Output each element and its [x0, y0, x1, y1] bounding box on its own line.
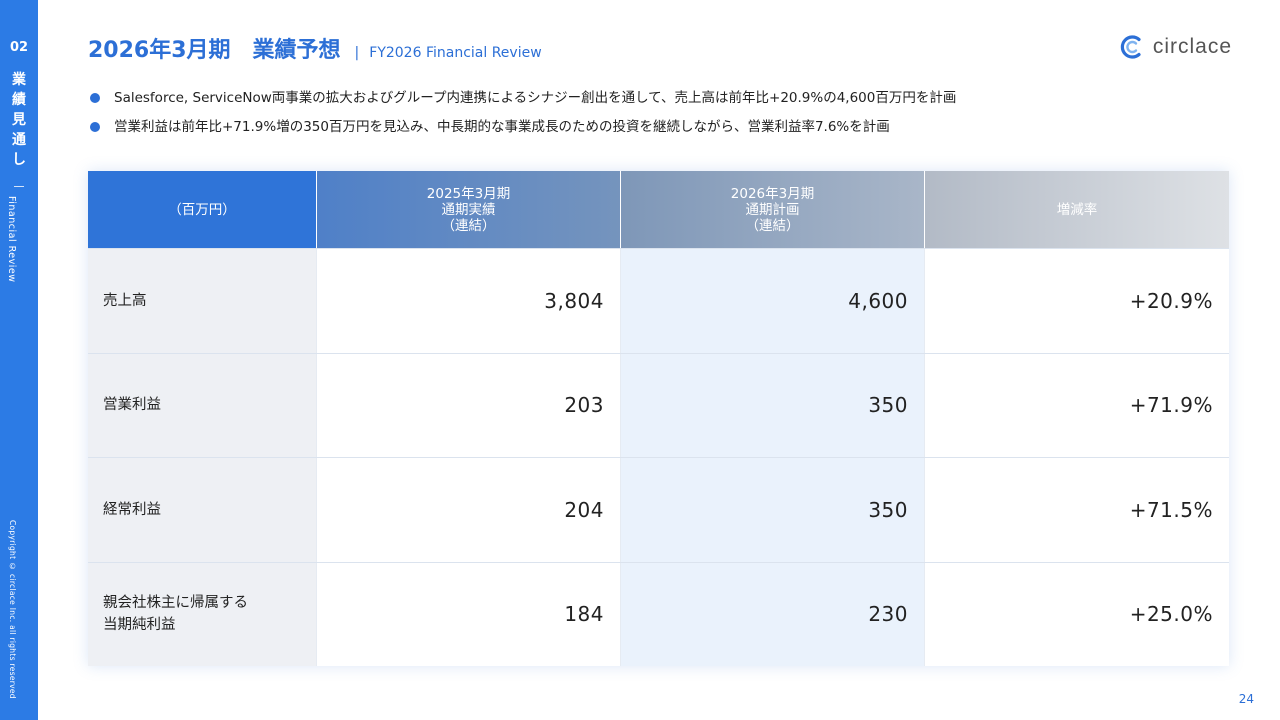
cell-fy2026: 350 — [621, 353, 925, 457]
cell-fy2025: 3,804 — [317, 249, 621, 353]
page-title: 2026年3月期 業績予想 — [88, 38, 341, 63]
cell-rate: +71.9% — [1129, 393, 1213, 418]
section-subtitle: Financial Review — [6, 196, 17, 283]
forecast-table: （百万円） 2025年3月期 通期実績 （連結） 2026年3月期 通期計画 （… — [88, 171, 1229, 666]
cell-rate: +20.9% — [1129, 288, 1213, 313]
table-header: （百万円） 2025年3月期 通期実績 （連結） 2026年3月期 通期計画 （… — [88, 171, 1229, 248]
header-line: 2026年3月期 — [730, 185, 815, 202]
bullet-item: 営業利益は前年比+71.9%増の350百万円を見込み、中長期的な事業成長のための… — [90, 117, 1230, 137]
bullet-dot-icon — [90, 122, 100, 132]
row-label: 経常利益 — [88, 458, 317, 562]
row-label-text: 経常利益 — [103, 501, 161, 518]
section-number: 02 — [9, 40, 29, 55]
page-header: 2026年3月期 業績予想 | FY2026 Financial Review — [88, 32, 542, 64]
page-number: 24 — [1238, 692, 1254, 706]
section-title-char: 業 — [12, 72, 26, 88]
bullet-item: Salesforce, ServiceNow両事業の拡大およびグループ内連携によ… — [90, 88, 1230, 108]
header-rate-text: 増減率 — [1056, 201, 1098, 218]
circlace-logo-icon — [1120, 35, 1141, 59]
logo-text: circlace — [1152, 35, 1232, 58]
cell-fy2025: 204 — [317, 458, 621, 562]
header-unit: （百万円） — [88, 171, 317, 248]
cell-fy2026: 230 — [621, 562, 925, 666]
section-title: 業 績 見 通 し — [0, 70, 38, 170]
header-line: 通期計画 — [745, 201, 800, 218]
table-row: 売上高 3,804 4,600 +20.9% — [88, 248, 1229, 353]
row-label-text: 当期純利益 — [103, 617, 176, 634]
cell-fy2025: 184 — [317, 562, 621, 666]
table-row: 経常利益 204 350 +71.5% — [88, 457, 1229, 562]
row-label-text: 親会社株主に帰属する — [103, 595, 248, 612]
header-line: （連結） — [441, 217, 496, 234]
header-line: （連結） — [745, 217, 800, 234]
row-label: 売上高 — [88, 249, 317, 353]
section-title-char: 通 — [12, 132, 26, 148]
title-separator: | — [354, 45, 360, 61]
table-row: 親会社株主に帰属する 当期純利益 184 230 +25.0% — [88, 561, 1229, 666]
bullet-text: 営業利益は前年比+71.9%増の350百万円を見込み、中長期的な事業成長のための… — [114, 119, 890, 135]
bullet-text: Salesforce, ServiceNow両事業の拡大およびグループ内連携によ… — [114, 90, 957, 106]
header-line: 2025年3月期 — [426, 185, 511, 202]
cell-fy2026: 4,600 — [621, 249, 925, 353]
cell-rate: +25.0% — [1129, 602, 1213, 627]
sidebar-divider — [14, 186, 24, 187]
cell-fy2025: 203 — [317, 353, 621, 457]
summary-bullets: Salesforce, ServiceNow両事業の拡大およびグループ内連携によ… — [90, 88, 1230, 146]
cell-fy2026: 350 — [621, 458, 925, 562]
copyright-text: Copyright © circlace Inc. all rights res… — [8, 520, 17, 699]
header-fy2026-plan: 2026年3月期 通期計画 （連結） — [621, 171, 925, 248]
section-title-char: 績 — [12, 92, 26, 108]
page-subtitle: FY2026 Financial Review — [369, 45, 542, 61]
row-label-text: 売上高 — [103, 292, 147, 309]
cell-rate: +71.5% — [1129, 497, 1213, 522]
header-change-rate: 増減率 — [925, 171, 1229, 248]
header-unit-text: （百万円） — [168, 201, 236, 218]
bullet-dot-icon — [90, 93, 100, 103]
row-label: 営業利益 — [88, 353, 317, 457]
header-line: 通期実績 — [441, 201, 496, 218]
sidebar: 02 業 績 見 通 し Financial Review Copyright … — [0, 0, 38, 720]
company-logo: circlace — [1119, 34, 1232, 60]
header-fy2025-actual: 2025年3月期 通期実績 （連結） — [317, 171, 621, 248]
table-row: 営業利益 203 350 +71.9% — [88, 352, 1229, 457]
row-label-text: 営業利益 — [103, 397, 161, 414]
section-title-char: 見 — [12, 112, 26, 128]
row-label: 親会社株主に帰属する 当期純利益 — [88, 562, 317, 666]
section-title-char: し — [12, 152, 26, 168]
